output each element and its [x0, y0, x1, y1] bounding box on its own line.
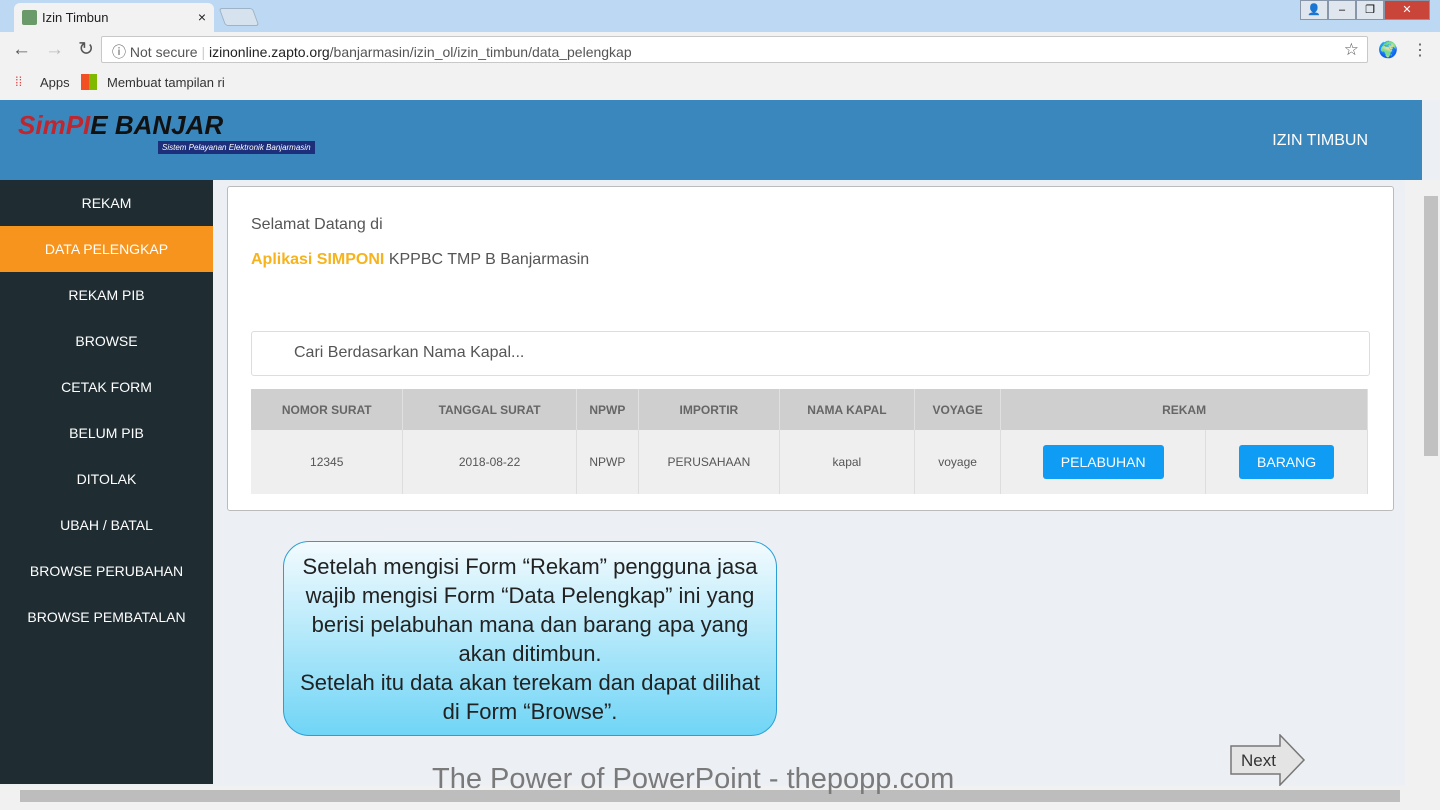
apps-icon: ⁞⁞ — [15, 74, 23, 89]
col-npwp: NPWP — [576, 389, 639, 430]
sidebar-item-belum-pib[interactable]: BELUM PIB — [0, 410, 213, 456]
sidebar: REKAM DATA PELENGKAP REKAM PIB BROWSE CE… — [0, 180, 213, 784]
col-nomor-surat: NOMOR SURAT — [251, 389, 404, 430]
forward-icon[interactable]: → — [45, 39, 78, 60]
url-input[interactable]: ⓘ Not secure | izinonline.zapto.org/banj… — [101, 36, 1368, 63]
logo: SimPIE BANJAR Sistem Pelayanan Elektronik… — [18, 110, 315, 154]
app-highlight: Aplikasi SIMPONI — [251, 251, 385, 268]
extension-icon[interactable]: 🌍 — [1378, 40, 1398, 60]
sidebar-item-browse-perubahan[interactable]: BROWSE PERUBAHAN — [0, 548, 213, 594]
microsoft-icon — [81, 74, 97, 90]
menu-icon[interactable]: ⋮ — [1412, 40, 1428, 60]
info-icon: ⓘ — [112, 44, 130, 60]
callout-text-2: Setelah itu data akan terekam dan dapat … — [300, 670, 760, 724]
col-importir: IMPORTIR — [638, 389, 780, 430]
close-window-icon[interactable]: ✕ — [1384, 0, 1430, 20]
col-nama-kapal: NAMA KAPAL — [779, 389, 915, 430]
vertical-scroll-thumb[interactable] — [1424, 196, 1438, 456]
new-tab-button[interactable] — [218, 8, 260, 26]
url-host: izinonline.zapto.org — [209, 44, 330, 60]
cell-nomor: 12345 — [251, 430, 404, 494]
cell-tanggal: 2018-08-22 — [402, 430, 577, 494]
cell-kapal: kapal — [779, 430, 915, 494]
welcome-text: Selamat Datang di — [251, 216, 383, 233]
callout-box: Setelah mengisi Form “Rekam” pengguna ja… — [283, 541, 777, 736]
table-header-row: NOMOR SURAT TANGGAL SURAT NPWP IMPORTIR … — [251, 389, 1368, 430]
logo-subtitle: Sistem Pelayanan Elektronik Banjarmasin — [158, 141, 315, 154]
col-rekam: REKAM — [1000, 389, 1368, 430]
sidebar-item-ubah-batal[interactable]: UBAH / BATAL — [0, 502, 213, 548]
search-input[interactable]: Cari Berdasarkan Nama Kapal... — [251, 331, 1370, 376]
app-name: Aplikasi SIMPONI KPPBC TMP B Banjarmasin — [251, 251, 589, 269]
browser-tab[interactable]: Izin Timbun × — [14, 3, 214, 32]
cell-btn2: BARANG — [1205, 430, 1368, 494]
app-office: KPPBC TMP B Banjarmasin — [384, 251, 590, 268]
favicon-icon — [22, 10, 37, 25]
url-path: /banjarmasin/izin_ol/izin_timbun/data_pe… — [329, 44, 632, 60]
barang-button[interactable]: BARANG — [1239, 445, 1335, 479]
maximize-icon[interactable]: ❐ — [1356, 0, 1384, 20]
tab-title: Izin Timbun — [42, 10, 109, 25]
sidebar-item-rekam[interactable]: REKAM — [0, 180, 213, 226]
user-icon[interactable]: 👤 — [1300, 0, 1328, 20]
tab-bar — [0, 0, 1440, 32]
footer-watermark: The Power of PowerPoint - thepopp.com — [432, 763, 955, 795]
data-table: NOMOR SURAT TANGGAL SURAT NPWP IMPORTIR … — [251, 389, 1368, 494]
cell-importir: PERUSAHAAN — [638, 430, 780, 494]
callout-text-1: Setelah mengisi Form “Rekam” pengguna ja… — [302, 554, 758, 666]
bookmark-apps[interactable]: Apps — [40, 75, 70, 90]
app-header: SimPIE BANJAR Sistem Pelayanan Elektronik… — [0, 100, 1422, 180]
sidebar-item-browse-pembatalan[interactable]: BROWSE PEMBATALAN — [0, 594, 213, 640]
col-voyage: VOYAGE — [914, 389, 1002, 430]
pelabuhan-button[interactable]: PELABUHAN — [1042, 445, 1164, 479]
sidebar-item-rekam-pib[interactable]: REKAM PIB — [0, 272, 213, 318]
close-tab-icon[interactable]: × — [198, 9, 206, 25]
star-icon[interactable]: ☆ — [1344, 40, 1359, 60]
back-icon[interactable]: ← — [12, 39, 45, 60]
cell-npwp: NPWP — [576, 430, 639, 494]
nav-buttons: ←→↻ — [12, 38, 108, 61]
cell-voyage: voyage — [914, 430, 1002, 494]
sidebar-item-cetak-form[interactable]: CETAK FORM — [0, 364, 213, 410]
minimize-icon[interactable]: – — [1328, 0, 1356, 20]
col-tanggal-surat: TANGGAL SURAT — [402, 389, 577, 430]
sidebar-item-data-pelengkap[interactable]: DATA PELENGKAP — [0, 226, 213, 272]
table-row: 12345 2018-08-22 NPWP PERUSAHAAN kapal v… — [251, 430, 1368, 494]
cell-btn1: PELABUHAN — [1000, 430, 1207, 494]
bookmarks-bar: ⁞⁞ Apps Membuat tampilan ri — [0, 66, 1440, 100]
content-panel: Selamat Datang di Aplikasi SIMPONI KPPBC… — [227, 186, 1394, 511]
app-title: IZIN TIMBUN — [1272, 132, 1368, 149]
next-label: Next — [1241, 751, 1276, 770]
next-arrow-button[interactable]: Next — [1230, 734, 1306, 786]
sidebar-item-browse[interactable]: BROWSE — [0, 318, 213, 364]
sidebar-item-ditolak[interactable]: DITOLAK — [0, 456, 213, 502]
bookmark-membuat[interactable]: Membuat tampilan ri — [107, 75, 225, 90]
security-label: Not secure — [129, 44, 198, 60]
